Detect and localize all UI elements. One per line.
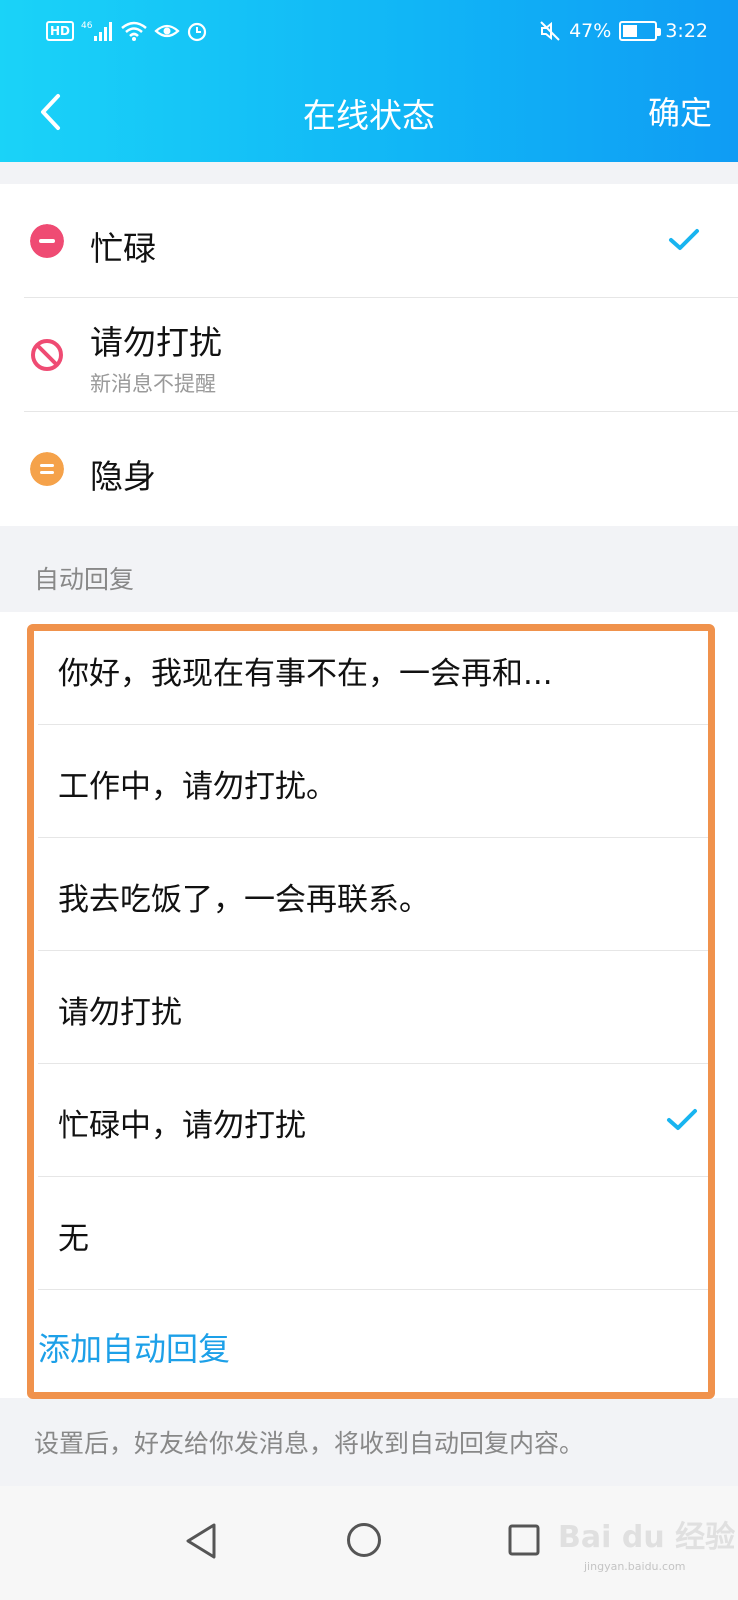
add-auto-reply-button[interactable]: 添加自动回复	[38, 1324, 230, 1370]
wifi-icon	[121, 21, 147, 41]
nav-home-button[interactable]	[346, 1522, 382, 1558]
auto-reply-text: 忙碌中，请勿打扰	[58, 1108, 306, 1144]
auto-reply-list: 你好，我现在有事不在，一会再和... 工作中，请勿打扰。 我去吃饭了，一会再联系…	[0, 612, 738, 1398]
nav-back-button[interactable]	[184, 1522, 218, 1560]
page-title: 在线状态	[303, 96, 435, 135]
status-item-busy[interactable]: 忙碌	[0, 184, 738, 298]
nav-recent-apps-button[interactable]	[508, 1524, 540, 1556]
auto-reply-text: 无	[58, 1221, 89, 1257]
do-not-disturb-icon	[31, 339, 63, 371]
status-bar: HD 46 47% 3:22	[0, 0, 738, 62]
signal-icon: 46	[81, 21, 113, 41]
auto-reply-text: 我去吃饭了，一会再联系。	[58, 882, 430, 918]
auto-reply-item[interactable]: 工作中，请勿打扰。	[0, 725, 738, 838]
status-label: 隐身	[90, 457, 156, 496]
auto-reply-item[interactable]: 我去吃饭了，一会再联系。	[0, 838, 738, 951]
network-type-label: 46	[81, 21, 93, 31]
divider	[38, 1289, 714, 1290]
auto-reply-text: 你好，我现在有事不在，一会再和...	[58, 656, 553, 692]
auto-reply-section-title: 自动回复	[34, 565, 135, 594]
status-label: 请勿打扰	[90, 323, 222, 362]
alarm-icon	[187, 22, 207, 42]
battery-percent: 47%	[569, 20, 612, 42]
auto-reply-item[interactable]: 请勿打扰	[0, 951, 738, 1064]
battery-level	[623, 25, 638, 37]
watermark-url: jingyan.baidu.com	[584, 1560, 686, 1573]
mute-icon	[540, 21, 560, 41]
check-icon	[667, 1109, 697, 1130]
status-list: 忙碌 请勿打扰 新消息不提醒 隐身	[0, 184, 738, 526]
clock-time: 3:22	[665, 20, 708, 42]
status-bar-right: 47% 3:22	[539, 14, 708, 48]
eye-icon	[154, 24, 180, 38]
auto-reply-item-selected[interactable]: 忙碌中，请勿打扰	[0, 1064, 738, 1177]
auto-reply-item[interactable]: 你好，我现在有事不在，一会再和...	[0, 612, 738, 725]
confirm-button[interactable]: 确定	[648, 88, 712, 134]
auto-reply-item[interactable]: 无	[0, 1177, 738, 1290]
invisible-icon	[30, 452, 64, 486]
status-label: 忙碌	[90, 229, 156, 268]
auto-reply-text: 工作中，请勿打扰。	[58, 769, 337, 805]
navigation-bar: 在线状态 确定	[0, 62, 738, 162]
status-item-invisible[interactable]: 隐身	[0, 412, 738, 526]
busy-icon	[30, 224, 64, 258]
header: HD 46 47% 3:22 在线状态 确定	[0, 0, 738, 162]
watermark: Bai du 经验	[558, 1520, 736, 1555]
status-sublabel: 新消息不提醒	[90, 372, 216, 396]
hd-icon: HD	[46, 21, 75, 41]
battery-icon	[619, 21, 662, 41]
check-icon	[669, 229, 699, 250]
status-bar-left: HD 46	[46, 18, 208, 44]
auto-reply-text: 请勿打扰	[58, 995, 182, 1031]
status-item-do-not-disturb[interactable]: 请勿打扰 新消息不提醒	[0, 298, 738, 412]
auto-reply-note: 设置后，好友给你发消息，将收到自动回复内容。	[34, 1429, 585, 1458]
